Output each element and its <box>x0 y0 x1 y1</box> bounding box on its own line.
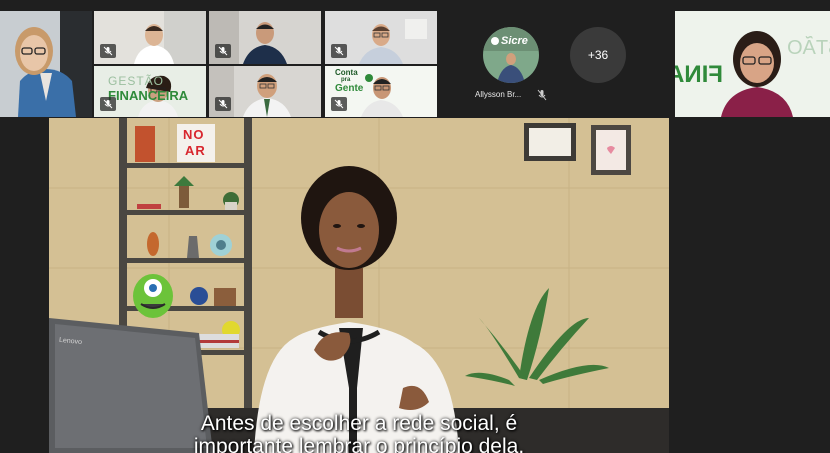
more-participants-count: +36 <box>587 48 609 62</box>
avatar[interactable]: Sicre <box>483 27 539 83</box>
subtitle-line-2: importante lembrar o princípio dela. <box>193 435 525 453</box>
on-air-sign-text: NO <box>183 127 205 142</box>
on-air-sign-text: AR <box>185 143 206 158</box>
tile-logo-text: FINANCEIRA <box>108 88 189 103</box>
subtitle-line-1: Antes de escolher a rede social, é <box>200 412 518 435</box>
left-gutter <box>0 118 49 453</box>
participant-tile[interactable]: GESTÃO FINANCEIRA <box>675 11 830 117</box>
participant-tile[interactable] <box>0 11 92 117</box>
tile-logo-text: Gente <box>335 83 364 94</box>
mic-muted-icon <box>100 44 116 58</box>
mic-muted-icon <box>215 44 231 58</box>
mic-muted-icon <box>331 44 347 58</box>
mic-muted-icon <box>537 88 547 106</box>
main-video[interactable]: NO AR Lenovo Antes de escolher a rede so… <box>49 118 669 453</box>
participant-tile[interactable]: Conta pra Gente <box>325 66 437 117</box>
participant-tile[interactable] <box>325 11 437 64</box>
participant-tile[interactable] <box>209 66 321 117</box>
mic-muted-icon <box>100 97 116 111</box>
participant-tile[interactable] <box>94 11 206 64</box>
tile-logo-text: GESTÃO <box>787 37 830 59</box>
participant-tile[interactable] <box>209 11 321 64</box>
participant-strip: GESTÃO FINANCEIRA Conta pra Gente Sicre … <box>0 0 830 118</box>
sicredi-logo-text: Sicre <box>501 35 528 47</box>
tile-logo-text: GESTÃO <box>108 74 165 88</box>
participant-name: Allysson Br... <box>475 90 522 99</box>
participant-tile[interactable]: GESTÃO FINANCEIRA <box>94 66 206 117</box>
tile-logo-text: Conta <box>335 68 358 77</box>
more-participants-button[interactable]: +36 <box>570 27 626 83</box>
mic-muted-icon <box>331 97 347 111</box>
mic-muted-icon <box>215 97 231 111</box>
tile-logo-text: FINANCEIRA <box>684 61 723 88</box>
right-gutter <box>669 118 830 453</box>
